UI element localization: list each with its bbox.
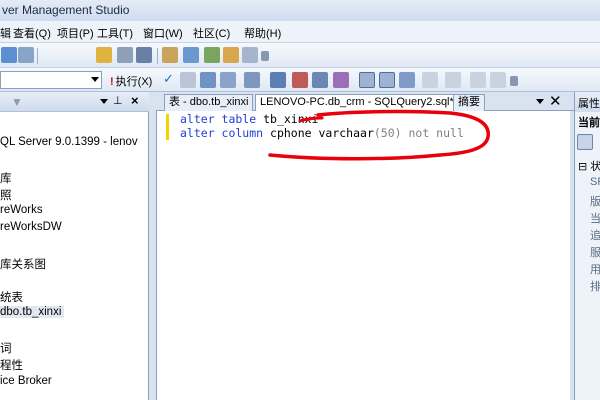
decrease-indent-icon[interactable] [445, 72, 461, 88]
menu-community[interactable]: 帮助(H) [244, 25, 281, 41]
modified-lines-marker [166, 114, 169, 140]
execute-icon: ! [110, 76, 114, 88]
client-stats-icon[interactable] [312, 72, 328, 88]
panel-splitter[interactable] [149, 92, 156, 400]
tree-item[interactable]: 词 [0, 340, 12, 356]
uncomment-icon[interactable] [422, 72, 438, 88]
cancel-query-icon[interactable] [180, 72, 196, 88]
outdent-icon[interactable] [490, 72, 506, 88]
tree-item[interactable]: reWorksDW [0, 221, 62, 233]
filter-icon[interactable]: ▼ [11, 95, 23, 109]
code-text: cphone varchaar [263, 126, 374, 140]
template-explorer-icon[interactable] [204, 47, 220, 63]
sql-editor-toolbar: ! 执行(X) ✓ [0, 68, 600, 92]
parse-check-icon[interactable]: ✓ [163, 71, 174, 87]
toolbox-icon[interactable] [242, 47, 258, 63]
chevron-down-icon[interactable] [100, 99, 108, 104]
database-select[interactable] [0, 71, 102, 89]
results-text-icon[interactable] [333, 72, 349, 88]
property-row[interactable]: SF [590, 176, 600, 188]
menu-project[interactable]: 工具(T) [97, 25, 133, 41]
tree-item[interactable]: reWorks [0, 204, 43, 216]
tree-item[interactable]: 照 [0, 187, 12, 203]
overflow-icon[interactable] [261, 51, 269, 61]
new-query-icon[interactable] [1, 47, 17, 63]
overflow-icon[interactable] [510, 76, 518, 86]
properties-section: ⊟ 状 [578, 161, 600, 173]
chevron-down-icon [91, 77, 99, 82]
tab-summary[interactable]: 摘要 [453, 94, 485, 111]
tree-item-selected-table[interactable]: dbo.tb_xinxi [0, 306, 65, 318]
results-file-icon[interactable] [379, 72, 395, 88]
menu-window[interactable]: 社区(C) [193, 25, 230, 41]
close-icon[interactable]: × [131, 93, 139, 108]
menu-query[interactable]: 项目(P) [57, 25, 94, 41]
open-folder-icon[interactable] [96, 47, 112, 63]
properties-panel: 属性 当前 ⊟ 状 SF 版 当 追 服 用 排 [574, 92, 600, 400]
menu-tools[interactable]: 窗口(W) [143, 25, 183, 41]
menu-edit[interactable]: 辑 [0, 25, 11, 41]
document-tabs: 表 - dbo.tb_xinxi LENOVO-PC.db_crm - SQLQ… [156, 92, 574, 112]
results-grid-icon[interactable] [359, 72, 375, 88]
intellisense-icon[interactable] [270, 72, 286, 88]
object-explorer-header: ▼ ⊥ × [0, 92, 149, 112]
code-line-1[interactable]: alter table tb_xinxi [180, 112, 318, 126]
categorized-icon[interactable] [577, 134, 593, 150]
sql-editor[interactable] [156, 111, 570, 400]
menu-view[interactable]: 查看(Q) [13, 25, 51, 41]
registered-servers-icon[interactable] [162, 47, 178, 63]
property-row[interactable]: 排 [590, 278, 600, 294]
property-row[interactable]: 用 [590, 261, 600, 277]
pin-icon[interactable]: ⊥ [113, 94, 123, 107]
include-plan-icon[interactable] [292, 72, 308, 88]
tab-sql-query[interactable]: LENOVO-PC.db_crm - SQLQuery2.sql* [255, 94, 459, 112]
tree-item-server[interactable]: QL Server 9.0.1399 - lenov [0, 136, 138, 148]
save-icon[interactable] [117, 47, 133, 63]
tree-item[interactable]: 库关系图 [0, 256, 46, 272]
properties-icon[interactable] [223, 47, 239, 63]
increase-indent-icon[interactable] [470, 72, 486, 88]
property-row[interactable]: 当 [590, 210, 600, 226]
properties-title: 属性 [575, 92, 600, 112]
code-keyword: alter table [180, 112, 257, 126]
standard-toolbar [0, 43, 600, 68]
property-row[interactable]: 服 [590, 244, 600, 260]
tree-item[interactable]: 程性 [0, 357, 23, 373]
close-tab-icon[interactable]: ✕ [549, 92, 562, 110]
code-line-2[interactable]: alter column cphone varchaar(50) not nul… [180, 126, 464, 140]
tree-item[interactable]: 统表 [0, 289, 23, 305]
execute-button[interactable]: ! 执行(X) [110, 73, 152, 89]
object-explorer-icon[interactable] [183, 47, 199, 63]
code-text-tail: (50) not null [373, 126, 464, 140]
code-text: tb_xinxi [256, 112, 319, 126]
properties-current: 当前 [578, 117, 600, 129]
tab-table-design[interactable]: 表 - dbo.tb_xinxi [164, 94, 254, 111]
new-file-icon[interactable] [18, 47, 34, 63]
property-row[interactable]: 追 [590, 227, 600, 243]
comment-icon[interactable] [399, 72, 415, 88]
menu-bar: 辑 查看(Q) 项目(P) 工具(T) 窗口(W) 社区(C) 帮助(H) [0, 21, 600, 43]
tab-list-chevron-icon[interactable] [536, 99, 544, 104]
window-title: ver Management Studio [0, 0, 600, 21]
estimated-plan-icon[interactable] [200, 72, 216, 88]
save-all-icon[interactable] [136, 47, 152, 63]
specify-values-icon[interactable] [244, 72, 260, 88]
query-designer-icon[interactable] [220, 72, 236, 88]
object-explorer-panel: ▼ ⊥ × QL Server 9.0.1399 - lenov 库 照 reW… [0, 92, 149, 400]
property-row[interactable]: 版 [590, 193, 600, 209]
execute-label: 执行(X) [115, 76, 153, 88]
tree-item[interactable]: ice Broker [0, 375, 52, 387]
tree-item[interactable]: 库 [0, 170, 12, 186]
code-keyword: alter column [180, 126, 264, 140]
